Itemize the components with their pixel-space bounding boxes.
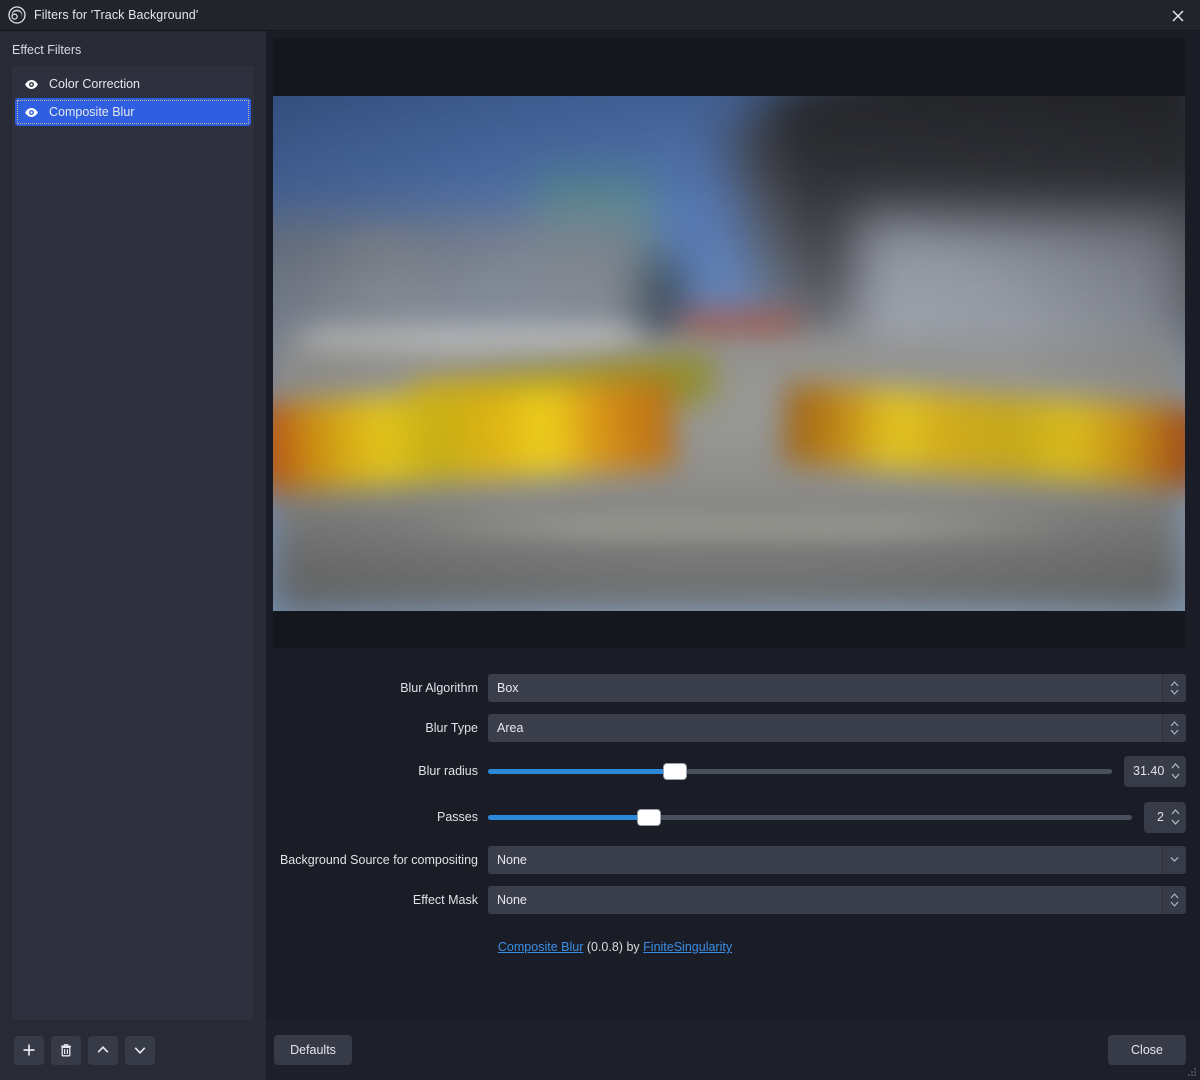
background-source-value: None [497,853,527,867]
filters-dialog: Filters for 'Track Background' Effect Fi… [0,0,1200,1080]
move-filter-down-button[interactable] [125,1035,155,1065]
slider-fill [488,768,676,774]
window-title: Filters for 'Track Background' [34,8,199,22]
plugin-author-link[interactable]: FiniteSingularity [643,940,732,954]
plugin-credits: Composite Blur (0.0.8) by FiniteSingular… [266,940,1186,954]
preview-image [273,96,1185,611]
row-passes: Passes 2 [266,800,1186,834]
plugin-name-link[interactable]: Composite Blur [498,940,583,954]
row-blur-radius: Blur radius 31.40 [266,754,1186,788]
footer-actions: Defaults Close [266,1020,1200,1080]
dialog-body: Effect Filters Color Correction Composit… [0,31,1200,1020]
blur-radius-spinbox[interactable]: 31.40 [1124,755,1186,787]
list-item-label: Composite Blur [49,104,135,119]
row-background-source: Background Source for compositing None [266,846,1186,874]
effect-filters-panel: Effect Filters Color Correction Composit… [0,31,266,1020]
spin-arrows-icon[interactable] [1164,802,1186,833]
filter-list[interactable]: Color Correction Composite Blur [12,66,254,1020]
chevron-down-icon[interactable] [1162,846,1186,874]
close-button[interactable]: Close [1108,1035,1186,1065]
blur-algorithm-label: Blur Algorithm [400,681,478,695]
blur-type-label: Blur Type [425,721,478,735]
close-icon[interactable] [1156,0,1200,31]
row-effect-mask: Effect Mask None [266,886,1186,914]
blur-radius-value: 31.40 [1133,764,1165,778]
effect-mask-select[interactable]: None [488,886,1186,914]
list-item[interactable]: Composite Blur [15,98,251,126]
titlebar: Filters for 'Track Background' [0,0,1200,31]
effect-mask-label: Effect Mask [412,893,478,907]
spin-arrows-icon[interactable] [1164,756,1186,787]
row-blur-type: Blur Type Area [266,714,1186,742]
blur-type-value: Area [497,721,524,735]
eye-icon[interactable] [23,104,39,120]
move-filter-up-button[interactable] [88,1035,118,1065]
slider-fill [488,814,649,820]
credits-by-text: by [626,940,640,954]
background-source-select[interactable]: None [488,846,1186,874]
row-blur-algorithm: Blur Algorithm Box [266,674,1186,702]
chevron-updown-icon[interactable] [1162,714,1186,742]
blur-algorithm-value: Box [497,681,519,695]
filter-properties-panel: Blur Algorithm Box Blur Type Area Blur r… [266,31,1200,1020]
eye-icon[interactable] [23,76,39,92]
remove-filter-button[interactable] [51,1035,81,1065]
slider-handle[interactable] [664,763,687,779]
preview-container [266,31,1200,656]
blur-radius-slider[interactable] [488,760,1112,782]
chevron-updown-icon[interactable] [1162,674,1186,702]
dialog-footer: Defaults Close [0,1020,1200,1080]
passes-slider[interactable] [488,806,1132,828]
background-source-label: Background Source for compositing [279,853,478,867]
resize-grip[interactable] [1185,1065,1197,1077]
blur-type-select[interactable]: Area [488,714,1186,742]
properties-form: Blur Algorithm Box Blur Type Area Blur r… [266,656,1200,1020]
effect-mask-value: None [497,893,527,907]
video-preview [273,38,1185,648]
passes-spinbox[interactable]: 2 [1144,801,1186,833]
filter-list-toolbar [0,1020,266,1080]
list-item[interactable]: Color Correction [15,70,251,98]
add-filter-button[interactable] [14,1035,44,1065]
slider-handle[interactable] [638,809,660,825]
passes-value: 2 [1157,810,1164,824]
obs-logo-icon [8,6,26,24]
defaults-button[interactable]: Defaults [274,1035,352,1065]
blur-algorithm-select[interactable]: Box [488,674,1186,702]
effect-filters-heading: Effect Filters [12,43,82,57]
chevron-updown-icon[interactable] [1162,886,1186,914]
list-item-label: Color Correction [49,76,141,91]
blur-radius-label: Blur radius [418,764,478,778]
passes-label: Passes [437,810,478,824]
plugin-version: (0.0.8) [586,940,623,954]
